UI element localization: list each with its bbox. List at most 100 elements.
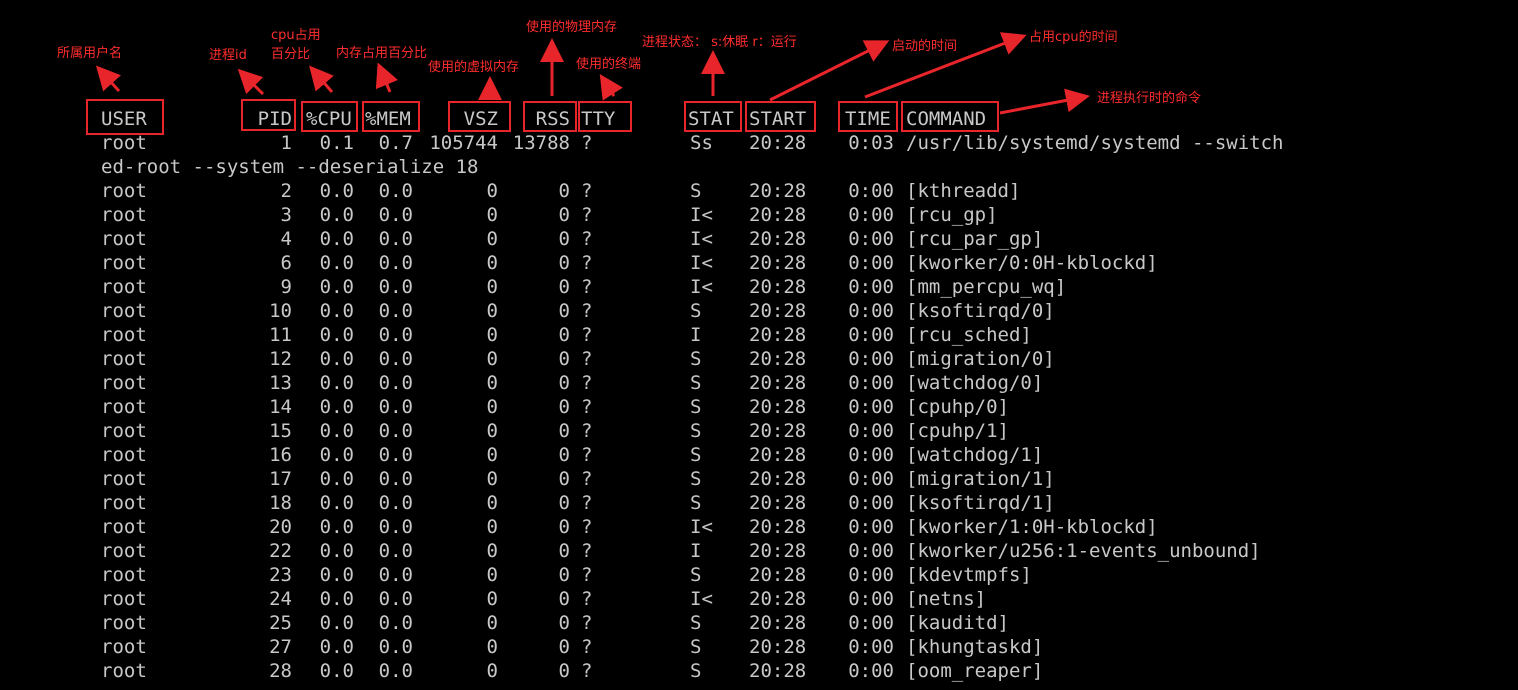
cell-mem: 0.0 [378, 348, 413, 370]
annotation-command: 进程执行时的命令 [1097, 91, 1202, 106]
cell-user: root [101, 324, 147, 346]
process-row: root 12 0.0 0.0 0 0? S 20:28 0:00 [migration/0] [0, 347, 1518, 371]
cell-start: 20:28 [749, 252, 807, 274]
cell-pid: 18 [269, 492, 292, 514]
cell-user: root [101, 180, 147, 202]
cell-user: root [101, 564, 147, 586]
cell-stat: I< [690, 588, 713, 610]
annotation-pid: 进程id [209, 48, 247, 63]
cell-tty: ? [581, 492, 593, 514]
start-highlight-box [745, 101, 816, 132]
cell-rss: 0 [558, 516, 570, 538]
cell-command: [kworker/u256:1-events_unbound] [906, 540, 1261, 562]
process-row: root 16 0.0 0.0 0 0? S 20:28 0:00 [watchdog/1] [0, 443, 1518, 467]
cell-pid: 4 [280, 228, 292, 250]
cell-rss: 0 [558, 300, 570, 322]
vsz-highlight-box [448, 101, 511, 132]
cell-pid: 27 [269, 636, 292, 658]
cell-start: 20:28 [749, 348, 807, 370]
cell-time: 0:00 [848, 636, 894, 658]
cell-time: 0:00 [848, 372, 894, 394]
cell-mem: 0.0 [378, 324, 413, 346]
annotation-mem: 内存占用百分比 [336, 46, 428, 61]
cell-command: [netns] [906, 588, 987, 610]
process-row: root 11 0.0 0.0 0 0? I 20:28 0:00 [rcu_sched] [0, 323, 1518, 347]
cell-cpu: 0.0 [319, 180, 354, 202]
cell-cpu: 0.0 [319, 588, 354, 610]
cell-start: 20:28 [749, 540, 807, 562]
cell-vsz: 0 [486, 372, 498, 394]
cell-command: [migration/1] [906, 468, 1055, 490]
cell-tty: ? [581, 636, 593, 658]
annotation-rss: 使用的物理内存 [526, 20, 618, 35]
cell-command: [kworker/0:0H-kblockd] [906, 252, 1158, 274]
annotation-stat: 进程状态： s:休眠 r：运行 [642, 35, 797, 50]
cell-command: [kthreadd] [906, 180, 1021, 202]
cell-mem: 0.0 [378, 492, 413, 514]
cell-stat: S [690, 300, 702, 322]
user-highlight-box [86, 99, 164, 135]
cell-cpu: 0.0 [319, 252, 354, 274]
cell-cpu: 0.0 [319, 396, 354, 418]
cell-tty: ? [581, 204, 593, 226]
cell-vsz: 0 [486, 324, 498, 346]
cell-rss: 0 [558, 276, 570, 298]
cell-time: 0:00 [848, 540, 894, 562]
cell-command: [cpuhp/1] [906, 420, 1009, 442]
cell-time: 0:00 [848, 348, 894, 370]
cell-time: 0:00 [848, 324, 894, 346]
cell-mem: 0.0 [378, 588, 413, 610]
cell-start: 20:28 [749, 516, 807, 538]
cell-rss: 0 [558, 396, 570, 418]
cell-vsz: 0 [486, 612, 498, 634]
cell-start: 20:28 [749, 180, 807, 202]
cell-time: 0:00 [848, 516, 894, 538]
cell-rss: 0 [558, 444, 570, 466]
cell-pid: 3 [280, 204, 292, 226]
cell-mem: 0.0 [378, 420, 413, 442]
cell-user: root [101, 252, 147, 274]
cell-user: root [101, 636, 147, 658]
cell-time: 0:00 [848, 300, 894, 322]
cell-tty: ? [581, 300, 593, 322]
cell-pid: 16 [269, 444, 292, 466]
cell-command: [khungtaskd] [906, 636, 1044, 658]
cell-tty: ? [581, 612, 593, 634]
cell-mem: 0.7 [378, 132, 413, 154]
cell-vsz: 0 [486, 636, 498, 658]
cell-mem: 0.0 [378, 468, 413, 490]
cell-tty: ? [581, 420, 593, 442]
cell-tty: ? [581, 540, 593, 562]
cell-stat: S [690, 492, 702, 514]
cell-start: 20:28 [749, 468, 807, 490]
cell-start: 20:28 [749, 132, 807, 154]
cell-tty: ? [581, 588, 593, 610]
cell-tty: ? [581, 372, 593, 394]
cell-cpu: 0.0 [319, 612, 354, 634]
cell-vsz: 0 [486, 444, 498, 466]
cell-stat: S [690, 612, 702, 634]
cell-cpu: 0.0 [319, 228, 354, 250]
cell-tty: ? [581, 396, 593, 418]
cell-cpu: 0.0 [319, 348, 354, 370]
cell-rss: 0 [558, 204, 570, 226]
cell-start: 20:28 [749, 492, 807, 514]
cell-tty: ? [581, 444, 593, 466]
process-row: root 23 0.0 0.0 0 0? S 20:28 0:00 [kdevtmpfs] [0, 563, 1518, 587]
cell-stat: I [690, 540, 702, 562]
cell-tty: ? [581, 180, 593, 202]
cell-user: root [101, 468, 147, 490]
cell-tty: ? [581, 564, 593, 586]
cell-start: 20:28 [749, 204, 807, 226]
cell-mem: 0.0 [378, 612, 413, 634]
cell-command: [kworker/1:0H-kblockd] [906, 516, 1158, 538]
process-row: root 14 0.0 0.0 0 0? S 20:28 0:00 [cpuhp/0] [0, 395, 1518, 419]
cell-mem: 0.0 [378, 444, 413, 466]
cell-cpu: 0.0 [319, 372, 354, 394]
cell-vsz: 0 [486, 660, 498, 682]
cell-cpu: 0.0 [319, 540, 354, 562]
cell-time: 0:00 [848, 492, 894, 514]
cell-start: 20:28 [749, 420, 807, 442]
cell-cpu: 0.0 [319, 444, 354, 466]
cell-rss: 0 [558, 468, 570, 490]
